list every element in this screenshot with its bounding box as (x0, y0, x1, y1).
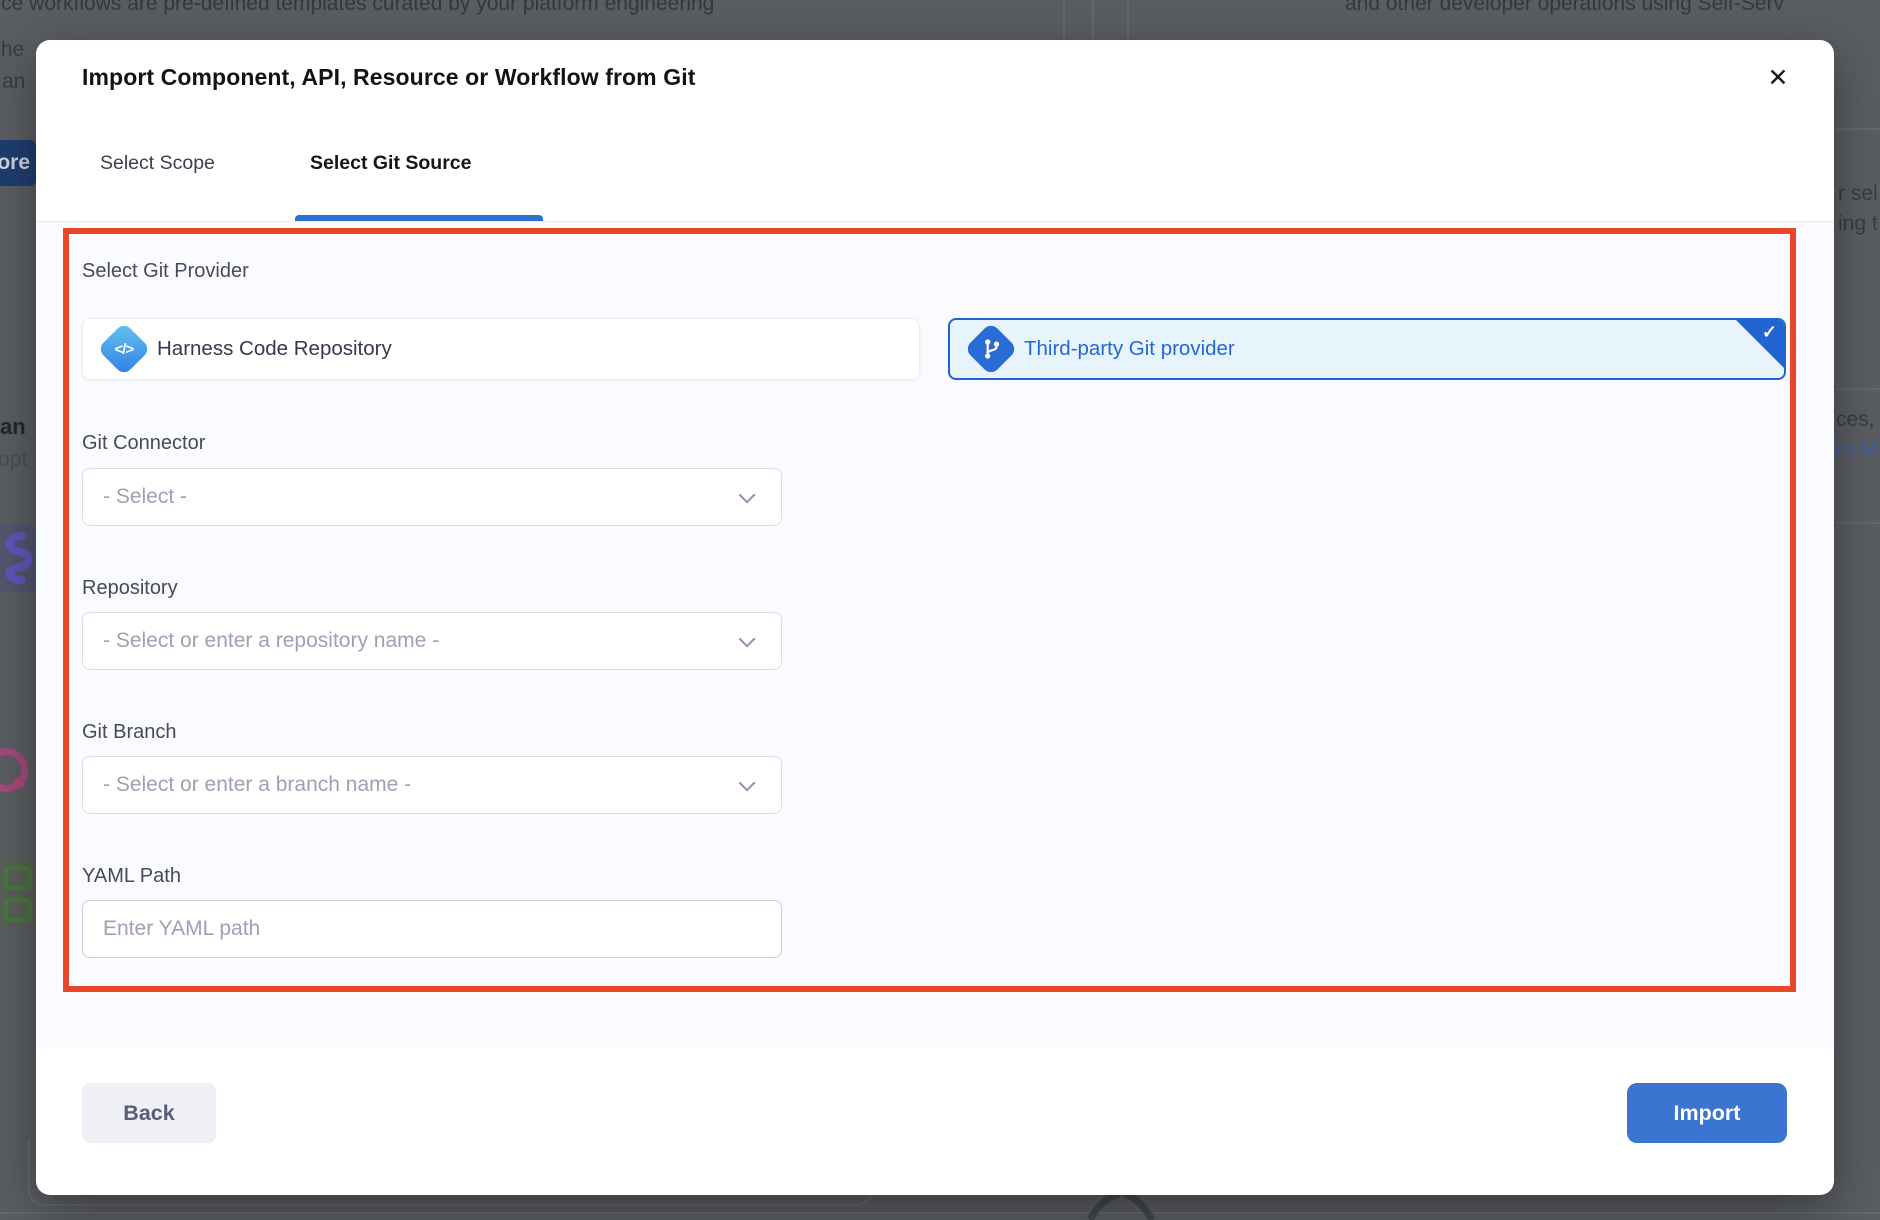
provider-option-harness-code-repository[interactable]: </> Harness Code Repository (82, 318, 920, 380)
backdrop-fragment: ing t (1838, 212, 1878, 236)
backdrop-text-right: and other developer operations using Sel… (1345, 0, 1784, 16)
backdrop-fragment: The (0, 38, 24, 62)
provider-option-third-party-git[interactable]: Third-party Git provider ✓ (948, 318, 1786, 380)
yaml-path-label: YAML Path (82, 865, 181, 888)
tab-select-git-source[interactable]: Select Git Source (310, 152, 471, 175)
git-connector-label: Git Connector (82, 432, 205, 455)
git-branch-select[interactable]: - Select or enter a branch name - (82, 756, 782, 814)
back-button[interactable]: Back (82, 1083, 216, 1143)
backdrop-divider (0, 1212, 1880, 1214)
tab-select-scope[interactable]: Select Scope (100, 152, 215, 175)
chevron-down-icon (739, 775, 756, 792)
target-icon (0, 748, 28, 792)
chevron-down-icon (739, 487, 756, 504)
git-provider-label: Select Git Provider (82, 260, 249, 283)
git-branch-icon (964, 322, 1018, 376)
backdrop-fragment: r sel (1838, 182, 1878, 206)
select-placeholder: - Select - (103, 485, 187, 509)
box-icon (4, 866, 32, 890)
backdrop-curves (1078, 1194, 1164, 1220)
backdrop-fragment: an (2, 70, 25, 94)
dialog-title: Import Component, API, Resource or Workf… (82, 64, 695, 91)
close-icon[interactable]: ✕ (1752, 52, 1804, 104)
import-from-git-dialog: Import Component, API, Resource or Workf… (36, 40, 1834, 1195)
provider-option-label: Harness Code Repository (157, 337, 392, 361)
backdrop-fragment: an (0, 414, 26, 440)
git-branch-label: Git Branch (82, 721, 176, 744)
selected-check-icon: ✓ (1735, 319, 1785, 369)
chevron-down-icon (739, 631, 756, 648)
code-icon: </> (97, 322, 151, 376)
backdrop-text-left: vice workflows are pre-defined templates… (0, 0, 714, 16)
box-icon (4, 898, 32, 922)
import-button[interactable]: Import (1627, 1083, 1787, 1143)
repository-label: Repository (82, 577, 178, 600)
backdrop-divider (1836, 128, 1880, 130)
backdrop-button-fragment: ore (0, 140, 36, 186)
backdrop-fragment: opt (0, 448, 27, 472)
select-placeholder: - Select or enter a repository name - (103, 629, 439, 653)
code-glyph: </> (115, 341, 134, 358)
boxes-tile (0, 856, 36, 930)
select-placeholder: - Select or enter a branch name - (103, 773, 411, 797)
yaml-path-input[interactable] (82, 900, 782, 958)
git-connector-select[interactable]: - Select - (82, 468, 782, 526)
workflow-tile (0, 524, 36, 592)
backdrop-link-fragment: rn M (1836, 438, 1878, 462)
provider-option-label: Third-party Git provider (1024, 337, 1235, 361)
backdrop-divider (1836, 522, 1880, 524)
backdrop-fragment: ces, (1836, 408, 1875, 432)
repository-select[interactable]: - Select or enter a repository name - (82, 612, 782, 670)
backdrop-divider (1836, 388, 1880, 390)
